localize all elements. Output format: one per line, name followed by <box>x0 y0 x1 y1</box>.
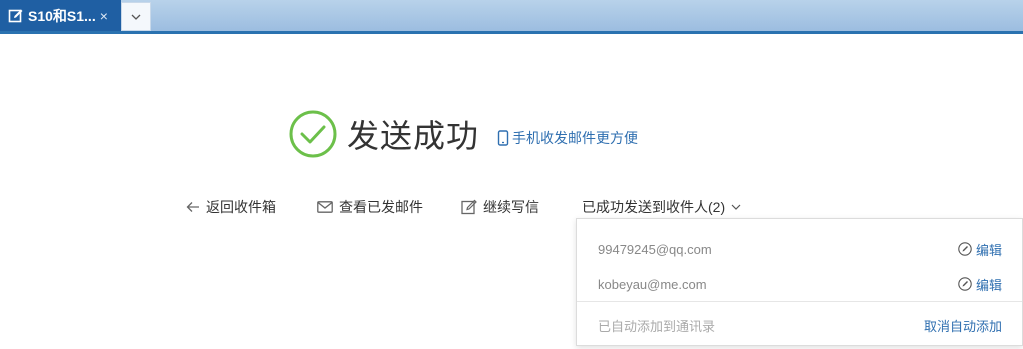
recipient-row: 99479245@qq.com 编辑 <box>577 234 1022 264</box>
edit-label: 编辑 <box>975 242 1002 258</box>
pencil-circle-icon <box>958 242 972 256</box>
view-sent-label: 查看已发邮件 <box>339 199 423 215</box>
success-title: 发送成功 <box>347 118 480 154</box>
edit-label: 编辑 <box>975 277 1002 293</box>
divider <box>577 301 1022 302</box>
back-to-inbox-link[interactable]: 返回收件箱 <box>186 197 276 217</box>
tab-bar: S10和S1... × <box>0 0 1023 34</box>
edit-icon <box>8 9 23 22</box>
cancel-auto-add-link[interactable]: 取消自动添加 <box>924 316 1002 335</box>
edit-recipient-button[interactable]: 编辑 <box>958 275 1002 294</box>
close-icon[interactable]: × <box>100 9 108 23</box>
success-banner: 发送成功 手机收发邮件更方便 <box>289 110 638 158</box>
recipient-email: 99479245@qq.com <box>598 241 712 257</box>
action-bar: 返回收件箱 查看已发邮件 继续写信 已成功发送到收件人(2) <box>0 197 1023 219</box>
auto-added-note: 已自动添加到通讯录 <box>598 319 716 334</box>
mobile-mail-link[interactable]: 手机收发邮件更方便 <box>497 128 638 148</box>
tab-title: S10和S1... <box>28 7 96 24</box>
check-circle-icon <box>289 110 337 158</box>
view-sent-link[interactable]: 查看已发邮件 <box>317 197 423 217</box>
chevron-down-icon <box>131 14 141 20</box>
mobile-link-label: 手机收发邮件更方便 <box>512 130 639 146</box>
tab-compose[interactable]: S10和S1... × <box>0 0 121 31</box>
continue-write-label: 继续写信 <box>483 199 539 215</box>
continue-write-link[interactable]: 继续写信 <box>461 197 539 217</box>
arrow-left-icon <box>186 202 199 212</box>
back-label: 返回收件箱 <box>206 199 276 215</box>
envelope-icon <box>317 201 333 213</box>
recipients-dropdown: 99479245@qq.com 编辑 kobeyau@me.com 编辑 已自动… <box>576 218 1023 346</box>
pencil-circle-icon <box>958 277 972 291</box>
recipient-email: kobeyau@me.com <box>598 276 707 292</box>
compose-icon <box>461 199 477 215</box>
tab-more-button[interactable] <box>121 2 151 31</box>
recipients-label: 已成功发送到收件人(2) <box>582 199 726 215</box>
edit-recipient-button[interactable]: 编辑 <box>958 240 1002 259</box>
recipients-toggle[interactable]: 已成功发送到收件人(2) <box>582 197 747 217</box>
mobile-phone-icon <box>497 130 509 146</box>
recipient-row: kobeyau@me.com 编辑 <box>577 269 1022 299</box>
chevron-down-icon <box>731 204 741 210</box>
